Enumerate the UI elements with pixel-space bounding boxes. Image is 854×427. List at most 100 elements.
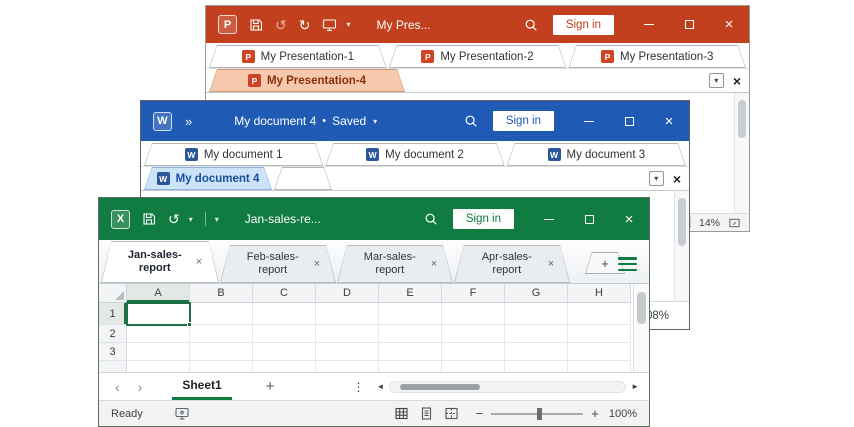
- normal-view-icon[interactable]: [395, 407, 408, 420]
- maximize-button[interactable]: [669, 6, 709, 43]
- cell[interactable]: [253, 325, 316, 343]
- cell[interactable]: [568, 303, 631, 325]
- column-header[interactable]: E: [379, 284, 442, 303]
- quick-access-overflow-icon[interactable]: »: [185, 114, 192, 129]
- document-tab-active[interactable]: P My Presentation-4: [209, 69, 405, 92]
- save-icon[interactable]: [249, 18, 263, 32]
- tab-list-dropdown-button[interactable]: ▾: [649, 171, 664, 186]
- vertical-scrollbar[interactable]: [734, 93, 749, 213]
- scrollbar-thumb[interactable]: [400, 384, 480, 390]
- search-icon[interactable]: [424, 212, 438, 226]
- quick-access-chevron-icon[interactable]: ▾: [215, 215, 219, 224]
- cell[interactable]: [190, 325, 253, 343]
- cell[interactable]: [568, 325, 631, 343]
- cell[interactable]: [190, 343, 253, 361]
- select-all-corner[interactable]: [99, 284, 127, 303]
- workbook-tab[interactable]: Mar-sales-report ×: [337, 245, 453, 283]
- cell[interactable]: [253, 303, 316, 325]
- cell[interactable]: [568, 361, 631, 372]
- cell[interactable]: [379, 325, 442, 343]
- cell[interactable]: [316, 303, 379, 325]
- row-header[interactable]: [99, 361, 127, 372]
- column-header[interactable]: H: [568, 284, 631, 303]
- vertical-scrollbar[interactable]: [633, 284, 649, 372]
- vertical-scrollbar[interactable]: [674, 191, 689, 301]
- page-break-preview-icon[interactable]: [445, 407, 458, 420]
- document-tab[interactable]: W My document 2: [325, 143, 504, 166]
- save-status[interactable]: Saved: [332, 114, 366, 128]
- zoom-in-button[interactable]: +: [591, 406, 599, 421]
- close-button[interactable]: ×: [649, 101, 689, 141]
- cell[interactable]: [253, 343, 316, 361]
- fill-handle[interactable]: [187, 322, 192, 327]
- close-tab-icon[interactable]: ×: [314, 258, 320, 270]
- close-tab-icon[interactable]: ×: [431, 258, 437, 270]
- minimize-button[interactable]: [569, 101, 609, 141]
- undo-icon[interactable]: ↺: [168, 212, 180, 226]
- page-layout-view-icon[interactable]: [420, 407, 433, 420]
- document-tab-active[interactable]: W My document 4: [144, 167, 272, 190]
- horizontal-scrollbar[interactable]: ◄ ►: [376, 381, 641, 393]
- workbook-tab[interactable]: Apr-sales-report ×: [454, 245, 570, 283]
- tab-list-dropdown-button[interactable]: ▾: [709, 73, 724, 88]
- cell[interactable]: [253, 361, 316, 372]
- save-icon[interactable]: [142, 212, 156, 226]
- scrollbar-track[interactable]: [389, 381, 626, 393]
- scrollbar-thumb[interactable]: [637, 292, 646, 324]
- zoom-slider[interactable]: [491, 413, 583, 415]
- column-header[interactable]: A: [127, 284, 190, 303]
- tab-menu-icon[interactable]: [618, 257, 637, 271]
- cell[interactable]: [442, 303, 505, 325]
- document-tab[interactable]: W My document 1: [144, 143, 323, 166]
- document-tab[interactable]: P My Presentation-3: [568, 45, 746, 68]
- title-chevron-icon[interactable]: ▾: [373, 117, 377, 126]
- document-tab[interactable]: P My Presentation-2: [389, 45, 567, 68]
- close-button[interactable]: ×: [609, 198, 649, 240]
- close-button[interactable]: ×: [709, 6, 749, 43]
- cell[interactable]: [379, 303, 442, 325]
- cell[interactable]: [190, 361, 253, 372]
- column-header[interactable]: C: [253, 284, 316, 303]
- cell[interactable]: [505, 343, 568, 361]
- scroll-right-icon[interactable]: ►: [631, 382, 639, 391]
- scrollbar-thumb[interactable]: [678, 198, 686, 246]
- fit-slide-icon[interactable]: [728, 217, 741, 229]
- minimize-button[interactable]: [529, 198, 569, 240]
- next-sheet-icon[interactable]: ›: [138, 379, 143, 395]
- cell[interactable]: [442, 343, 505, 361]
- close-tab-icon[interactable]: ×: [196, 256, 202, 268]
- cell[interactable]: [316, 361, 379, 372]
- cell[interactable]: [505, 303, 568, 325]
- cell[interactable]: [505, 325, 568, 343]
- cell[interactable]: [190, 303, 253, 325]
- maximize-button[interactable]: [569, 198, 609, 240]
- redo-icon[interactable]: ↻: [299, 18, 311, 32]
- scrollbar-thumb[interactable]: [738, 100, 746, 138]
- cell[interactable]: [127, 361, 190, 372]
- zoom-slider-thumb[interactable]: [537, 408, 542, 420]
- workbook-tab[interactable]: Feb-sales-report ×: [220, 245, 336, 283]
- search-icon[interactable]: [464, 114, 478, 128]
- cell[interactable]: [316, 325, 379, 343]
- sign-in-button[interactable]: Sign in: [453, 209, 514, 229]
- cell[interactable]: [442, 325, 505, 343]
- zoom-out-button[interactable]: −: [476, 406, 484, 421]
- row-header[interactable]: 1: [99, 303, 127, 325]
- cell[interactable]: [505, 361, 568, 372]
- sheet-options-icon[interactable]: ⋮: [352, 380, 364, 394]
- cell[interactable]: [127, 325, 190, 343]
- undo-icon[interactable]: ↺: [275, 18, 287, 32]
- cell[interactable]: [127, 343, 190, 361]
- sheet-tab-active[interactable]: Sheet1: [172, 373, 231, 400]
- scroll-left-icon[interactable]: ◄: [376, 382, 384, 391]
- empty-tab[interactable]: [274, 167, 332, 190]
- cell[interactable]: [316, 343, 379, 361]
- previous-sheet-icon[interactable]: ‹: [115, 379, 120, 395]
- workbook-tab-active[interactable]: Jan-sales-report ×: [101, 241, 219, 283]
- document-tab[interactable]: P My Presentation-1: [209, 45, 387, 68]
- cell[interactable]: [568, 343, 631, 361]
- undo-dropdown-icon[interactable]: ▾: [189, 215, 193, 224]
- close-tab-button[interactable]: ×: [733, 74, 741, 88]
- start-slideshow-icon[interactable]: [322, 18, 337, 32]
- sign-in-button[interactable]: Sign in: [493, 111, 554, 131]
